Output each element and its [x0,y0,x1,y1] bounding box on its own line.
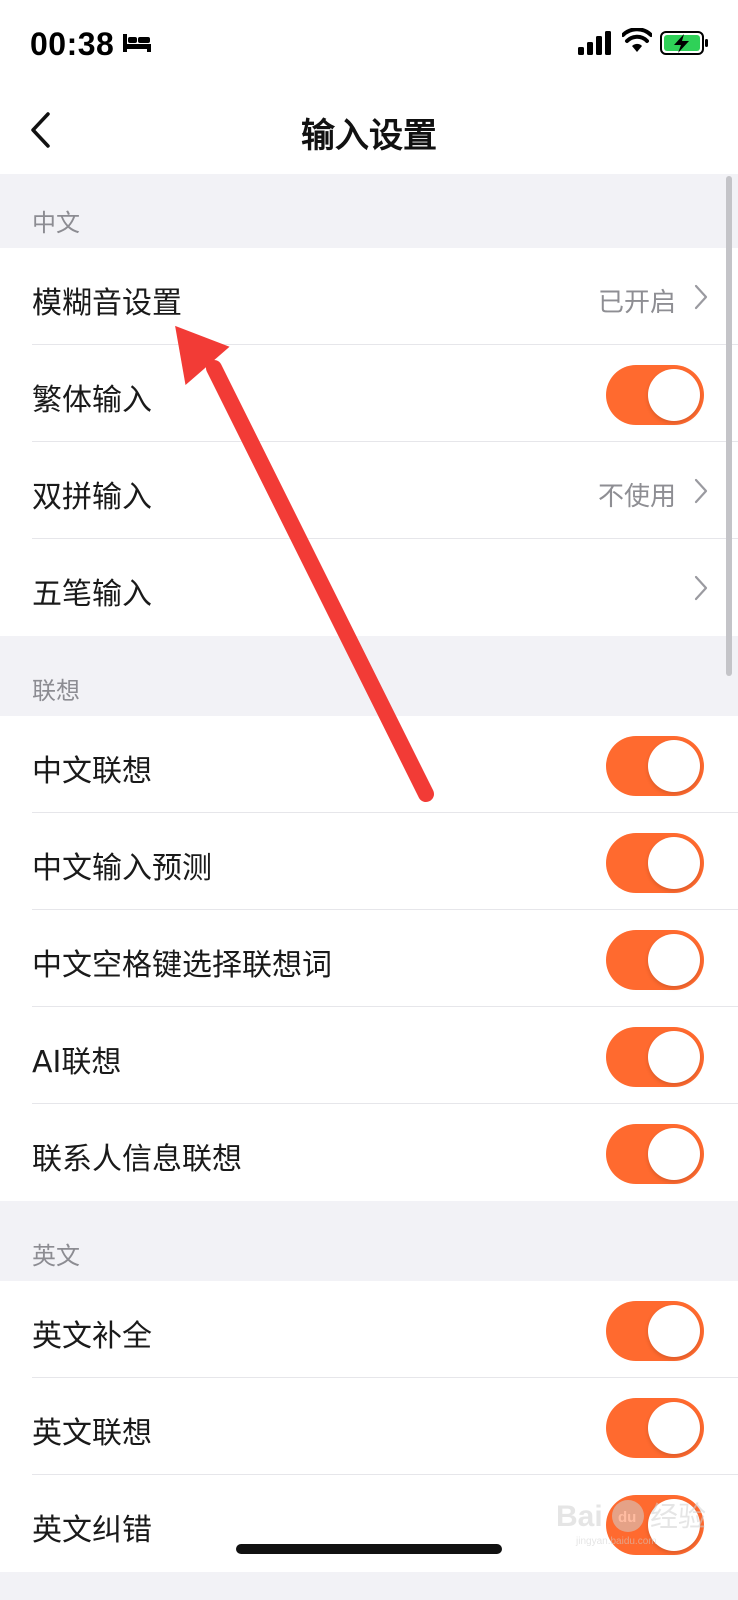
baidu-watermark-logo: Bai du 经验 jingyan.baidu.com [556,1500,706,1547]
toggle-switch[interactable] [606,1027,704,1087]
nav-bar: 输入设置 [0,88,738,174]
status-time: 00:38 [30,26,115,62]
toggle-knob [648,837,700,889]
row-label: 中文联想 [32,754,152,789]
toggle-knob [648,1031,700,1083]
toggle-knob [648,1305,700,1357]
chevron-right-icon [694,478,708,504]
row-wubi-input[interactable]: 五笔输入 [0,539,738,636]
toggle-knob [648,1128,700,1180]
row-label: 英文联想 [32,1416,152,1451]
settings-list: 中文 模糊音设置 已开启 繁体输入 双拼输入 不使用 五笔输入 联想 中文联想 … [0,174,738,1600]
toggle-switch[interactable] [606,1124,704,1184]
battery-charging-icon [660,31,708,55]
row-label: 英文纠错 [32,1513,152,1548]
wifi-icon [622,28,652,52]
row-label: 模糊音设置 [32,286,182,321]
row-traditional-input[interactable]: 繁体输入 [0,345,738,442]
row-label: 繁体输入 [32,383,152,418]
toggle-knob [648,1402,700,1454]
row-label: 五笔输入 [32,577,152,612]
cellular-signal-icon [578,31,611,55]
toggle-knob [648,934,700,986]
row-label: 双拼输入 [32,480,152,515]
section-association: 中文联想 中文输入预测 中文空格键选择联想词 AI联想 联系人信息联想 [0,716,738,1201]
row-label: 中文输入预测 [32,851,212,886]
section-header-english: 英文 [0,1201,738,1281]
toggle-switch[interactable] [606,930,704,990]
section-header-label: 中文 [32,209,80,237]
row-shuangpin-input[interactable]: 双拼输入 不使用 [0,442,738,539]
row-label: 英文补全 [32,1319,152,1354]
section-header-association: 联想 [0,636,738,716]
svg-text:经验: 经验 [650,1500,706,1533]
row-ai-association[interactable]: AI联想 [0,1007,738,1104]
bed-icon [123,34,151,52]
toggle-knob [648,369,700,421]
row-value: 不使用 [597,482,676,512]
row-label: 联系人信息联想 [32,1142,242,1177]
status-bar: 00:38 [0,0,738,88]
toggle-knob [648,740,700,792]
chevron-right-icon [694,575,708,601]
page-title: 输入设置 [301,116,437,156]
svg-text:du: du [618,1509,636,1526]
toggle-switch[interactable] [606,833,704,893]
home-indicator[interactable] [236,1544,502,1554]
chevron-right-icon [694,284,708,310]
svg-text:Bai: Bai [556,1500,603,1533]
row-value: 已开启 [597,288,676,318]
toggle-switch[interactable] [606,365,704,425]
svg-text:jingyan.baidu.com: jingyan.baidu.com [575,1536,657,1547]
toggle-switch[interactable] [606,736,704,796]
row-english-association[interactable]: 英文联想 [0,1378,738,1475]
row-label: 中文空格键选择联想词 [32,948,332,983]
row-chinese-association[interactable]: 中文联想 [0,716,738,813]
section-header-label: 联想 [32,677,80,705]
section-chinese: 模糊音设置 已开启 繁体输入 双拼输入 不使用 五笔输入 [0,248,738,636]
section-header-chinese: 中文 [0,174,738,248]
section-header-label: 英文 [32,1242,80,1270]
row-label: AI联想 [32,1045,122,1080]
row-fuzzy-pinyin[interactable]: 模糊音设置 已开启 [0,248,738,345]
row-space-select-association[interactable]: 中文空格键选择联想词 [0,910,738,1007]
row-english-completion[interactable]: 英文补全 [0,1281,738,1378]
row-contact-association[interactable]: 联系人信息联想 [0,1104,738,1201]
row-chinese-prediction[interactable]: 中文输入预测 [0,813,738,910]
scrollbar[interactable] [726,176,732,676]
toggle-switch[interactable] [606,1301,704,1361]
toggle-switch[interactable] [606,1398,704,1458]
